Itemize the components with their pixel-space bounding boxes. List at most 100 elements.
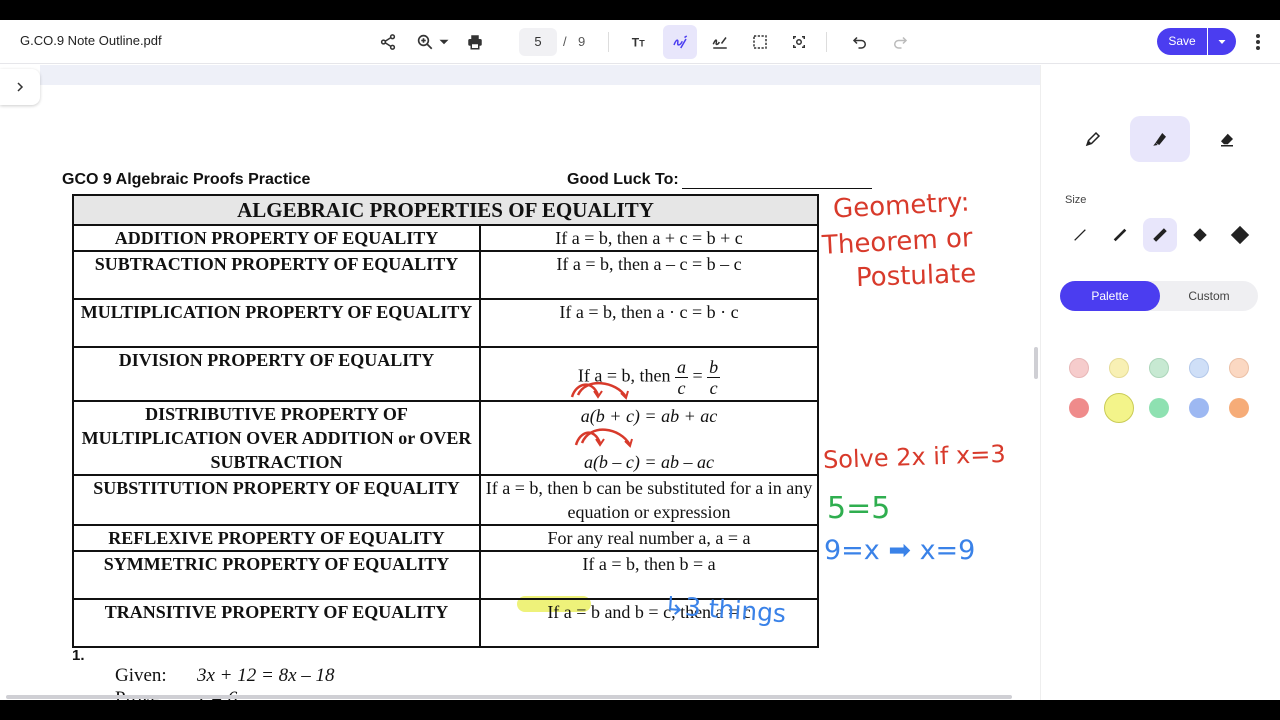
property-name: SUBSTITUTION PROPERTY OF EQUALITY [71,474,482,526]
table-row: MULTIPLICATION PROPERTY OF EQUALITY If a… [71,298,819,348]
top-toolbar: G.CO.9 Note Outline.pdf 5 / 9 TT Save [0,20,1280,64]
chevron-down-icon [1218,39,1226,44]
worksheet-title: GCO 9 Algebraic Proofs Practice [62,171,311,188]
property-rule: a(b + c) = ab + ac a(b – c) = ab – ac [479,400,819,476]
color-swatch-light-red[interactable] [1069,358,1089,378]
property-name: REFLEXIVE PROPERTY OF EQUALITY [71,524,482,552]
property-rule: For any real number a, a = a [479,524,819,552]
color-swatch-yellow-selected[interactable] [1104,393,1134,423]
annotation-geometry: Geometry: [832,187,971,225]
size-label: Size [1065,194,1087,206]
fraction-b-over-c: bc [707,357,721,398]
size-option-3[interactable] [1143,218,1177,252]
property-name: SUBTRACTION PROPERTY OF EQUALITY [71,250,482,300]
numerator: b [707,357,721,378]
color-swatch-orange[interactable] [1229,398,1249,418]
size-option-1[interactable] [1063,218,1097,252]
highlighter-icon [1153,133,1166,146]
property-name: SYMMETRIC PROPERTY OF EQUALITY [71,550,482,600]
color-swatch-light-blue[interactable] [1189,358,1209,378]
table-row: SYMMETRIC PROPERTY OF EQUALITY If a = b,… [71,550,819,600]
zoom-dropdown-icon[interactable] [433,28,455,56]
toolbar-divider [608,32,609,52]
distributive-addition-rule: a(b + c) = ab + ac [580,406,718,426]
sidebar-toggle-button[interactable] [0,69,40,105]
annotation-solve: Solve 2x if x=3 [822,439,1007,475]
pencil-icon [1085,131,1101,147]
page-separator: / [563,34,567,49]
color-swatch-green[interactable] [1149,398,1169,418]
property-name: ADDITION PROPERTY OF EQUALITY [71,224,482,252]
file-name: G.CO.9 Note Outline.pdf [20,33,162,48]
pencil-tool[interactable] [1063,116,1123,162]
save-button[interactable]: Save [1157,28,1207,55]
page-number-input[interactable]: 5 [519,28,557,56]
annotation-theorem: Theorem or [821,223,974,261]
distribution-arrows [570,381,633,448]
property-name: DISTRIBUTIVE PROPERTY OF MULTIPLICATION … [71,400,482,476]
annotation-symmetric-example: 9=x ➡ x=9 [824,535,976,566]
table-row: SUBTRACTION PROPERTY OF EQUALITY If a = … [71,250,819,300]
color-mode-switch: Palette Custom [1060,281,1258,311]
table-row: REFLEXIVE PROPERTY OF EQUALITY For any r… [71,524,819,552]
undo-icon[interactable] [845,28,875,56]
color-swatch-light-green[interactable] [1149,358,1169,378]
tab-palette[interactable]: Palette [1060,281,1160,311]
color-swatch-light-yellow[interactable] [1109,358,1129,378]
annotation-postulate: Postulate [855,258,977,294]
app-window: G.CO.9 Note Outline.pdf 5 / 9 TT Save GC… [0,20,1280,700]
table-row: DIVISION PROPERTY OF EQUALITY If a = b, … [71,346,819,402]
property-rule: If a = b, then a · c = b · c [479,298,819,348]
table-row: DISTRIBUTIVE PROPERTY OF MULTIPLICATION … [71,400,819,476]
size-3-icon [1153,228,1167,242]
denominator: c [677,378,686,398]
given-label: Given: [115,665,167,686]
property-rule: If a = b, then a – c = b – c [479,250,819,300]
page-gap [40,65,1040,85]
redo-icon[interactable] [885,28,915,56]
page-total: 9 [578,34,586,49]
distributive-subtraction-rule: a(b – c) = ab – ac [583,452,715,472]
property-rule: If a = b, then b = a [479,550,819,600]
name-blank-line [682,188,872,189]
property-name: TRANSITIVE PROPERTY OF EQUALITY [71,598,482,648]
sign-icon[interactable] [705,28,735,56]
share-icon[interactable] [373,28,403,56]
color-swatch-blue[interactable] [1189,398,1209,418]
size-option-4[interactable] [1183,218,1217,252]
property-name: DIVISION PROPERTY OF EQUALITY [71,346,482,402]
color-swatch-light-orange[interactable] [1229,358,1249,378]
property-rule: If a = b, then ac = bc [479,346,819,402]
print-icon[interactable] [460,28,490,56]
text-icon[interactable]: TT [625,28,655,56]
save-dropdown-button[interactable] [1208,28,1236,55]
size-option-5[interactable] [1223,218,1257,252]
eraser-tool[interactable] [1197,116,1257,162]
select-area-icon[interactable] [745,28,775,56]
chevron-right-icon [17,82,24,92]
more-options-icon[interactable] [1248,30,1268,54]
draw-icon[interactable] [663,25,697,59]
drawing-tool-panel: Size Palette Custom [1040,65,1280,700]
size-option-2[interactable] [1103,218,1137,252]
properties-table: ALGEBRAIC PROPERTIES OF EQUALITY ADDITIO… [71,194,819,648]
horizontal-scrollbar[interactable] [6,695,1012,699]
vertical-scrollbar[interactable] [1034,347,1038,379]
equals-sign: = [692,365,703,386]
size-5-icon [1230,225,1250,245]
size-2-icon [1113,228,1127,242]
svg-text:T: T [639,39,645,49]
property-rule: If a = b, then a + c = b + c [479,224,819,252]
annotation-reflexive-example: 5=5 [827,491,891,526]
property-rule: If a = b, then b can be substituted for … [479,474,819,526]
eraser-icon [1221,133,1233,147]
color-swatch-red[interactable] [1069,398,1089,418]
highlighter-tool[interactable] [1130,116,1190,162]
size-1-icon [1074,229,1086,241]
good-luck-label: Good Luck To: [567,171,679,188]
fraction-a-over-c: ac [674,357,688,398]
ai-icon[interactable] [784,28,814,56]
document-viewer: GCO 9 Algebraic Proofs Practice Good Luc… [0,65,1040,700]
numerator: a [674,357,688,378]
tab-custom[interactable]: Custom [1160,281,1258,311]
